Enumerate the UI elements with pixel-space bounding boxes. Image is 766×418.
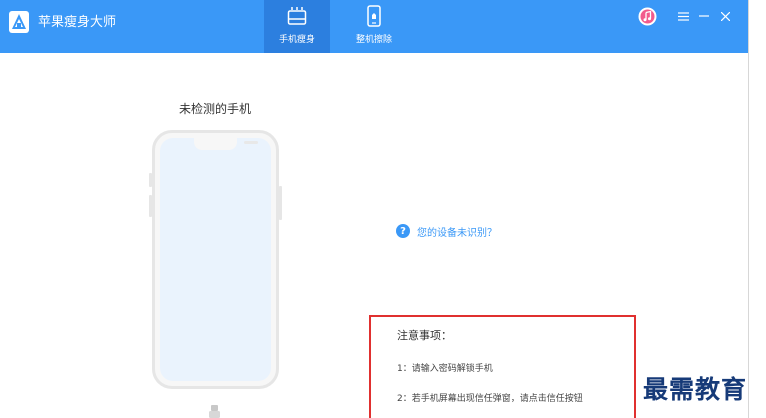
tab-label: 手机瘦身	[278, 35, 315, 45]
phone-illustration	[152, 130, 279, 389]
help-text: 您的设备未识别？	[417, 227, 497, 239]
tab-label: 整机擦除	[355, 35, 392, 45]
notice-title: 注意事项：	[397, 329, 452, 342]
window-controls	[638, 6, 734, 26]
watermark: 最需教育	[643, 375, 748, 404]
broom-icon	[287, 7, 307, 25]
notice-item: 1：请输入密码解锁手机	[397, 364, 493, 374]
notice-box: 注意事项： 1：请输入密码解锁手机 2：若手机屏幕出现信任弹窗，请点击信任按钮	[369, 315, 636, 418]
menu-icon	[677, 11, 689, 21]
phone-side-button	[149, 195, 152, 217]
itunes-icon[interactable]	[638, 7, 657, 26]
phone-erase-icon	[367, 5, 381, 27]
app-title: 苹果瘦身大师	[38, 15, 117, 30]
menu-button[interactable]	[674, 7, 692, 25]
title-bar: 苹果瘦身大师 手机瘦身 整机擦除	[0, 0, 748, 53]
phone-side-button	[279, 186, 282, 220]
device-status-label: 未检测的手机	[178, 102, 251, 116]
minimize-button[interactable]	[695, 7, 713, 25]
app-logo-icon	[9, 11, 29, 33]
minimize-icon	[699, 15, 709, 17]
notice-item: 2：若手机屏幕出现信任弹窗，请点击信任按钮	[397, 394, 583, 404]
phone-side-button	[149, 173, 152, 187]
lightning-cable-icon	[209, 405, 220, 418]
phone-speaker	[244, 141, 258, 144]
window-border	[748, 0, 749, 418]
phone-screen	[160, 138, 271, 381]
tab-full-erase[interactable]: 整机擦除	[341, 0, 407, 53]
phone-notch	[194, 138, 258, 150]
question-icon: ?	[396, 224, 410, 238]
tab-phone-slimming[interactable]: 手机瘦身	[264, 0, 330, 53]
close-icon	[720, 11, 730, 21]
device-not-recognized-link[interactable]: ? 您的设备未识别？	[396, 223, 497, 239]
close-button[interactable]	[716, 7, 734, 25]
